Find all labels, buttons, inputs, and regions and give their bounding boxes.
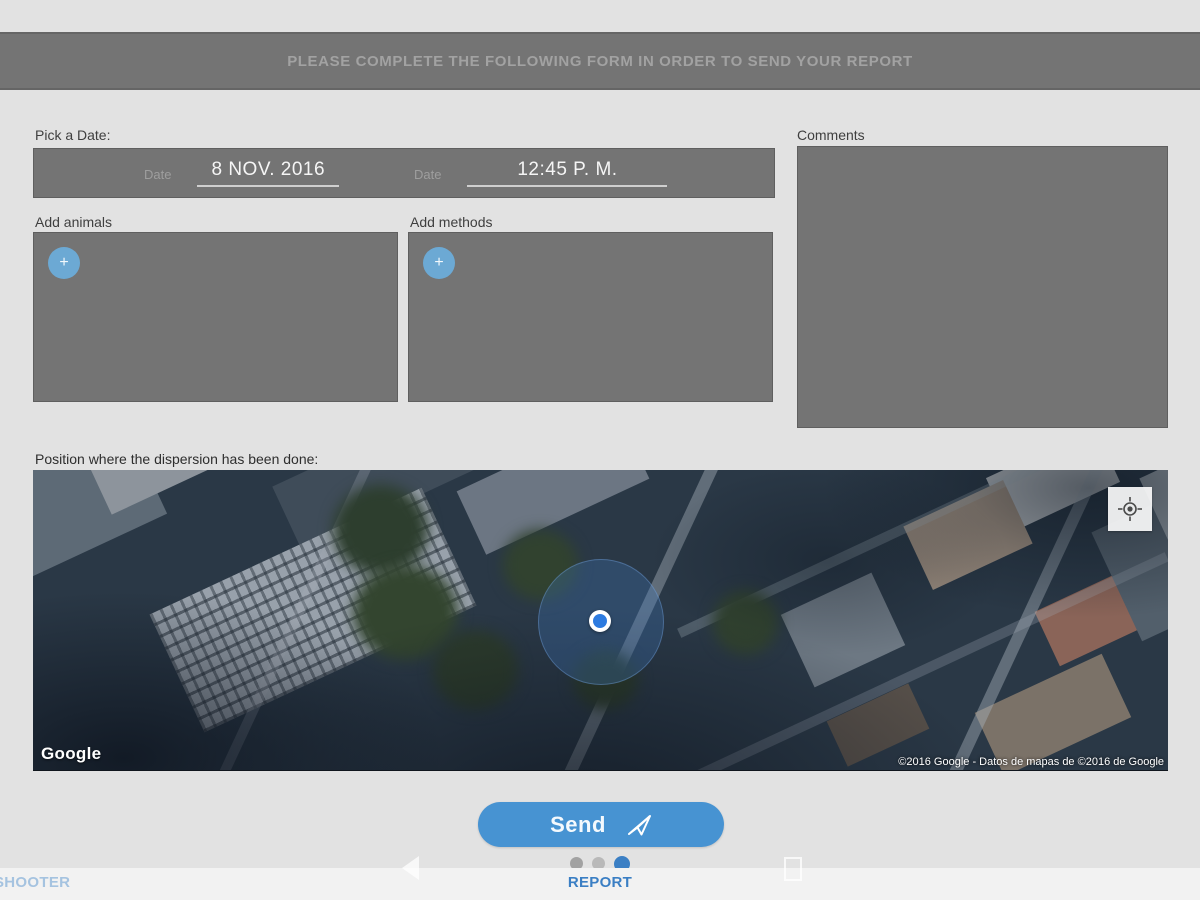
date-value-wrap[interactable]: 8 NOV. 2016 — [197, 159, 339, 189]
add-method-button[interactable]: + — [423, 247, 455, 279]
date-underline — [197, 185, 339, 187]
crosshair-icon — [1117, 496, 1143, 522]
date-field-label: Date — [144, 167, 171, 182]
map-attribution: ©2016 Google - Datos de mapas de ©2016 d… — [898, 756, 1164, 768]
add-animals-panel: + — [33, 232, 398, 402]
time-field-label: Date — [414, 167, 441, 182]
add-methods-label: Add methods — [410, 214, 493, 230]
my-location-button[interactable] — [1108, 487, 1152, 531]
map-position-label: Position where the dispersion has been d… — [35, 451, 318, 467]
plus-icon: + — [59, 255, 68, 271]
tab-report[interactable]: REPORT — [0, 874, 1200, 891]
location-dot — [593, 614, 607, 628]
paper-plane-icon — [626, 813, 652, 837]
location-marker — [589, 610, 611, 632]
plus-icon: + — [434, 255, 443, 271]
date-picker-field[interactable]: Date 8 NOV. 2016 — [144, 149, 339, 199]
map[interactable]: Google ©2016 Google - Datos de mapas de … — [33, 470, 1168, 771]
add-animal-button[interactable]: + — [48, 247, 80, 279]
send-button[interactable]: Send — [478, 802, 724, 847]
date-time-bar: Date 8 NOV. 2016 Date 12:45 P. M. — [33, 148, 775, 198]
comments-input[interactable] — [797, 146, 1168, 428]
time-value-wrap[interactable]: 12:45 P. M. — [467, 159, 667, 189]
time-picker-field[interactable]: Date 12:45 P. M. — [414, 149, 667, 199]
form-header-title: PLEASE COMPLETE THE FOLLOWING FORM IN OR… — [287, 53, 913, 70]
add-animals-label: Add animals — [35, 214, 112, 230]
add-methods-panel: + — [408, 232, 773, 402]
pick-a-date-label: Pick a Date: — [35, 127, 110, 143]
comments-label: Comments — [797, 127, 865, 143]
time-underline — [467, 185, 667, 187]
report-form-screen: PLEASE COMPLETE THE FOLLOWING FORM IN OR… — [0, 0, 1200, 900]
form-header-bar: PLEASE COMPLETE THE FOLLOWING FORM IN OR… — [0, 32, 1200, 90]
google-logo: Google — [41, 744, 101, 764]
send-button-label: Send — [550, 812, 606, 838]
